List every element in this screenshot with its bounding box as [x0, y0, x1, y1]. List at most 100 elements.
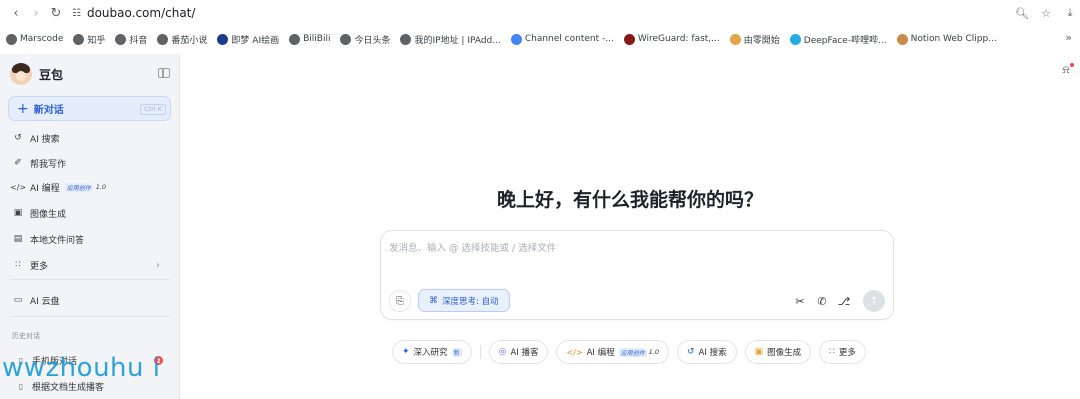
bookmark-label: DeepFace-哔哩哔... — [803, 35, 887, 46]
sidebar-item-label: 帮我写作 — [30, 159, 67, 170]
sidebar-item-label: AI 云盘 — [30, 296, 60, 307]
file-icon: ▤ — [13, 234, 23, 244]
chat-main: ⍾ 晚上好，有什么我能帮你的吗？ ⎘ ⌘ 深度思考: 自动 ✂ ✆ ⎇ ↑ ✦ … — [180, 54, 1080, 399]
chip-ai-podcast[interactable]: ◎ AI 播客 — [488, 340, 549, 364]
history-item[interactable]: ▯ 根据文档生成播客 — [16, 378, 171, 394]
chip-image-gen[interactable]: ▣ 图像生成 — [744, 340, 812, 364]
history-item-label: 根据文档生成播客 — [32, 382, 105, 393]
send-button[interactable]: ↑ — [863, 290, 885, 312]
bookmark-item[interactable]: 抖音 — [115, 33, 147, 46]
deep-think-button[interactable]: ⌘ 深度思考: 自动 — [418, 289, 510, 312]
sidebar-item-more[interactable]: ∷ 更多 › — [12, 256, 172, 274]
new-chat-label: 新对话 — [33, 105, 64, 116]
pen-icon: ✐ — [14, 158, 22, 168]
bookmarks-bar: Marscode 知乎 抖音 番茄小说 即梦 AI绘画 BiliBili 今日头条 我的IP地… — [0, 28, 1080, 50]
search-refresh-icon: ↺ — [686, 347, 695, 357]
bookmark-label: 知乎 — [87, 35, 106, 46]
microphone-icon[interactable]: ⎇ — [837, 290, 851, 312]
chip-ai-coding[interactable]: </> AI 编程 应用创作 1.0 — [556, 340, 669, 364]
notion-icon — [896, 33, 908, 45]
reload-icon[interactable]: ↻ — [46, 3, 66, 23]
site-settings-icon[interactable]: ☷ — [72, 8, 81, 19]
url-field[interactable]: ☷ doubao.com/chat/ — [72, 3, 195, 23]
sidebar-item-label: 更多 — [30, 261, 49, 272]
bookmark-item[interactable]: 知乎 — [73, 33, 105, 46]
grid-icon: ∷ — [829, 347, 835, 357]
sidebar-item-ai-cloud[interactable]: ▭ AI 云盘 — [12, 291, 172, 309]
bookmark-label: BiliBili — [303, 34, 331, 44]
sidebar-header: 豆包 — [10, 63, 172, 85]
skill-chips: ✦ 深入研究 新 ◎ AI 播客 </> AI 编程 应用创作 1.0 ↺ AI… — [392, 340, 874, 364]
image-icon: ▣ — [754, 347, 764, 357]
new-chat-button[interactable]: + 新对话 Ctrl K — [8, 96, 171, 121]
chip-ai-search[interactable]: ↺ AI 搜索 — [676, 340, 737, 364]
chip-label: 图像生成 — [767, 348, 802, 358]
bookmark-label: 我的IP地址 | IPAdd... — [414, 35, 501, 46]
sidebar-item-local-file-qa[interactable]: ▤ 本地文件问答 — [12, 230, 172, 248]
podcast-icon: ◎ — [498, 347, 507, 357]
bookmark-item[interactable]: 我的IP地址 | IPAdd... — [400, 33, 501, 46]
bookmark-item[interactable]: 番茄小说 — [157, 33, 207, 46]
bookmark-item[interactable]: Notion Web Clipp... — [896, 33, 997, 45]
collapse-sidebar-icon[interactable] — [158, 68, 170, 78]
forward-arrow-icon[interactable]: › — [26, 3, 46, 23]
bookmark-item[interactable]: DeepFace-哔哩哔... — [789, 33, 887, 46]
grid-icon: ∷ — [15, 260, 21, 270]
bookmark-item[interactable]: BiliBili — [289, 33, 331, 45]
more-bookmarks-icon[interactable]: » — [1065, 31, 1072, 44]
bookmark-item[interactable]: Marscode — [6, 33, 63, 45]
new-badge: 新 — [451, 347, 462, 357]
version-label: 1.0 — [95, 183, 107, 191]
chip-label: AI 编程 — [586, 348, 615, 358]
chip-separator — [479, 345, 481, 359]
scissors-icon[interactable]: ✂ — [793, 290, 807, 312]
sidebar-item-label: 本地文件问答 — [30, 235, 85, 246]
sidebar-item-image-gen[interactable]: ▣ 图像生成 — [12, 204, 172, 222]
google-icon — [510, 33, 522, 45]
app-name: 豆包 — [39, 67, 64, 82]
bookmark-item[interactable]: 今日头条 — [340, 33, 390, 46]
wireguard-icon — [623, 33, 635, 45]
sidebar-divider — [10, 279, 170, 280]
app-creation-tag: 应用创作 — [618, 347, 647, 357]
bilibili-icon — [789, 33, 801, 45]
deep-think-label: 深度思考: 自动 — [442, 296, 499, 307]
globe-icon — [115, 33, 127, 45]
paperclip-icon[interactable]: ⎘ — [389, 290, 411, 312]
chip-label: AI 播客 — [510, 348, 539, 358]
bookmark-item[interactable]: 即梦 AI绘画 — [217, 33, 279, 46]
chip-label: 更多 — [838, 348, 856, 358]
bookmark-item[interactable]: Channel content -... — [510, 33, 614, 45]
chip-label: AI 搜索 — [698, 348, 727, 358]
code-icon: </> — [566, 347, 583, 357]
bookmark-star-icon[interactable]: ☆ — [1038, 3, 1054, 23]
history-item-label: 手机版对话 — [32, 356, 78, 367]
shortcut-hint: Ctrl K — [140, 104, 166, 115]
chip-deep-research[interactable]: ✦ 深入研究 新 — [392, 340, 472, 364]
bookmark-item[interactable]: WireGuard: fast,... — [623, 33, 720, 45]
zoom-icon[interactable]: 🔍︎ — [1014, 3, 1030, 23]
back-arrow-icon[interactable]: ‹ — [6, 3, 26, 23]
bookmark-label: Channel content -... — [524, 34, 614, 44]
globe-icon — [400, 33, 412, 45]
chat-input[interactable] — [389, 239, 879, 257]
phone-icon: ▯ — [18, 355, 24, 365]
app-creation-tag: 应用创作 — [64, 182, 93, 192]
url-text[interactable]: doubao.com/chat/ — [87, 6, 195, 20]
globe-icon — [73, 33, 85, 45]
globe-icon — [6, 33, 17, 45]
unread-badge: 2 — [154, 356, 163, 365]
sidebar-item-ai-search[interactable]: ↺ AI 搜索 — [12, 129, 172, 147]
browser-address-bar: ‹ › ↻ ☷ doubao.com/chat/ 🔍︎ ☆ ⤓ — [0, 0, 1080, 26]
globe-icon — [340, 33, 352, 45]
history-item[interactable]: ▯ 手机版对话 — [16, 352, 171, 368]
avatar[interactable] — [10, 63, 32, 85]
sidebar-item-writing[interactable]: ✐ 帮我写作 — [12, 154, 172, 172]
download-icon[interactable]: ⤓ — [1062, 3, 1078, 23]
phone-call-icon[interactable]: ✆ — [815, 290, 829, 312]
bookmark-label: 由零開始 — [743, 35, 780, 46]
bookmark-item[interactable]: 由零開始 — [729, 33, 780, 46]
chip-more[interactable]: ∷ 更多 — [819, 340, 866, 364]
bookmark-label: WireGuard: fast,... — [637, 34, 720, 44]
sidebar-item-ai-coding[interactable]: </> AI 编程 应用创作 1.0 — [10, 178, 172, 196]
